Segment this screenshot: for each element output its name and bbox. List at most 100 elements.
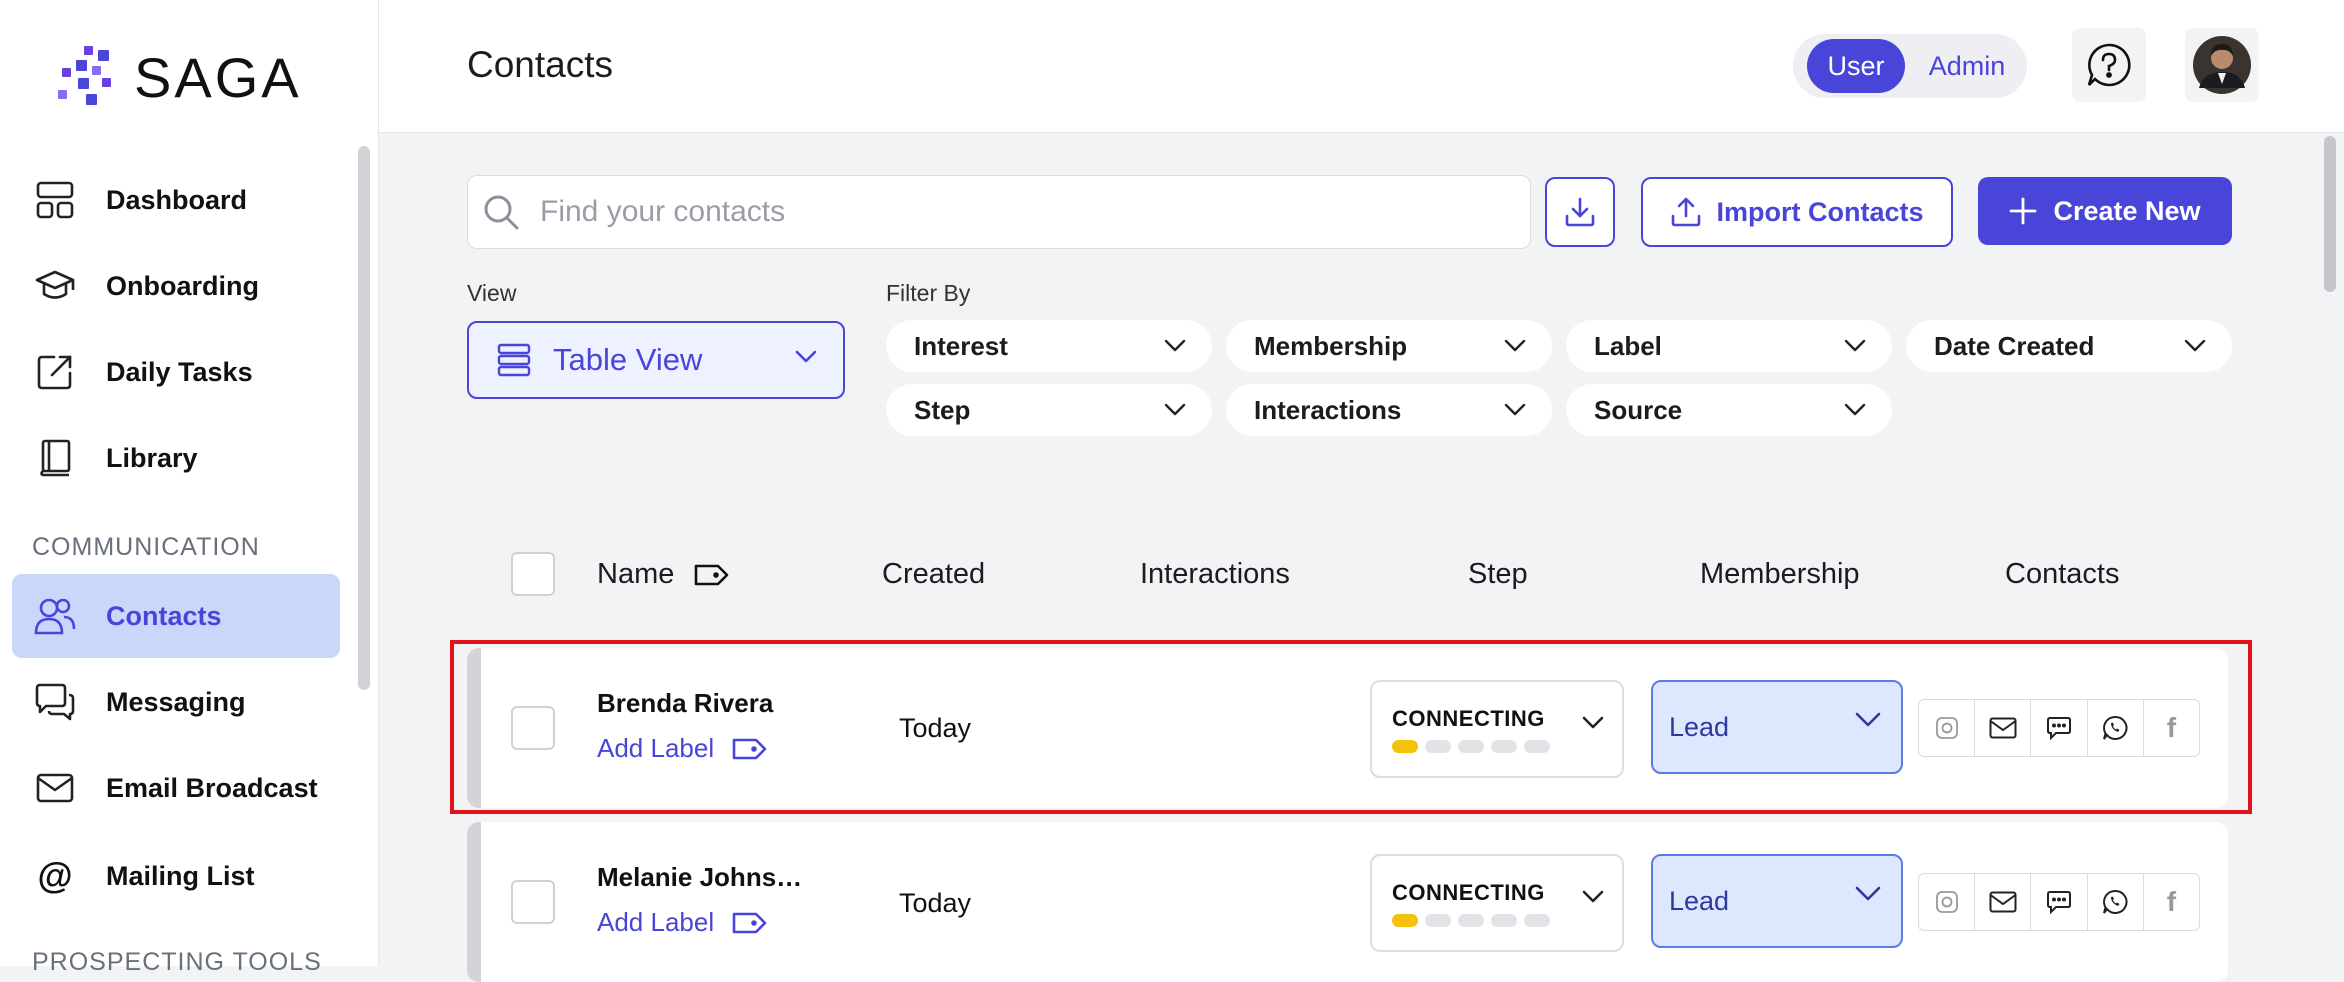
chevron-down-icon [1164,403,1186,416]
help-chat-icon [2087,43,2131,87]
dashboard-icon [34,179,76,221]
chevron-down-icon [1504,403,1526,416]
step-dropdown[interactable]: CONNECTING [1370,854,1624,952]
contact-name[interactable]: Melanie Johns… [597,862,802,893]
sidebar-item-label: Onboarding [106,270,259,301]
column-header-created[interactable]: Created [882,558,985,591]
envelope-icon [34,767,76,809]
section-label-communication: COMMUNICATION [32,533,260,561]
tag-icon [732,912,767,933]
chat-bubbles-icon [34,681,76,723]
add-label-text: Add Label [597,907,715,937]
saga-logo-icon [58,46,111,105]
row-checkbox[interactable] [511,880,555,924]
envelope-icon [1989,891,2017,913]
chevron-down-icon [1844,403,1866,416]
book-icon [34,437,76,479]
whatsapp-button[interactable] [2088,874,2144,930]
column-header-step[interactable]: Step [1468,558,1528,591]
filter-label: Label [1594,330,1662,361]
step-value: CONNECTING [1392,880,1545,905]
chevron-down-icon [1844,339,1866,352]
chevron-down-icon [1164,339,1186,352]
import-contacts-label: Import Contacts [1716,196,1924,227]
filter-label: Interest [914,330,1008,361]
column-header-name[interactable]: Name [597,558,730,591]
chat-bubble-icon [2047,891,2071,914]
filter-source[interactable]: Source [1566,384,1892,436]
sidebar-item-daily-tasks[interactable]: Daily Tasks [12,330,340,414]
sidebar: SAGA Dashboard Onboarding Daily Tasks Li… [0,0,379,976]
sidebar-item-label: Library [106,442,198,473]
sidebar-item-label: Messaging [106,686,246,717]
filter-membership[interactable]: Membership [1226,320,1552,372]
sidebar-item-library[interactable]: Library [12,416,340,500]
contact-search[interactable] [467,175,1531,249]
select-all-checkbox[interactable] [511,552,555,596]
chevron-down-icon [1855,886,1881,901]
column-header-label: Name [597,558,675,590]
at-sign-icon: @ [37,855,73,896]
chevron-down-icon [1582,890,1604,903]
filter-label: Interactions [1254,394,1402,425]
plus-icon [2010,197,2037,225]
instagram-button[interactable] [1919,874,1976,930]
role-user-option[interactable]: User [1807,39,1905,93]
step-progress [1392,914,1550,927]
view-select[interactable]: Table View [467,321,845,399]
main-scrollbar[interactable] [2324,136,2336,292]
edit-square-icon [34,351,76,393]
facebook-button[interactable]: f [2144,874,2199,930]
email-button[interactable] [1975,874,2032,930]
add-label-link[interactable]: Add Label [597,907,768,938]
tag-icon [695,564,729,585]
create-new-button[interactable]: Create New [1978,177,2232,245]
user-avatar[interactable] [2185,28,2259,102]
selected-row-highlight [450,640,2252,814]
create-new-label: Create New [2053,195,2201,226]
contact-actions: f [1918,873,2200,931]
filter-label[interactable]: Label [1566,320,1892,372]
filter-step[interactable]: Step [886,384,1212,436]
column-header-contacts[interactable]: Contacts [2005,558,2119,591]
sidebar-item-label: Mailing List [106,860,255,891]
users-icon [34,595,76,637]
column-header-interactions[interactable]: Interactions [1140,558,1290,591]
filter-interest[interactable]: Interest [886,320,1212,372]
filter-label: Step [914,394,971,425]
facebook-icon: f [2166,886,2177,917]
sidebar-item-dashboard[interactable]: Dashboard [12,158,340,242]
filter-by-label: Filter By [886,280,971,306]
sidebar-item-messaging[interactable]: Messaging [12,660,340,744]
search-icon [484,195,519,230]
download-icon [1565,197,1595,227]
page-title: Contacts [467,44,614,85]
filter-date-created[interactable]: Date Created [1906,320,2232,372]
created-date: Today [899,888,972,918]
view-select-value: Table View [553,342,703,377]
download-button[interactable] [1545,177,1615,247]
column-header-membership[interactable]: Membership [1700,558,1860,591]
help-button[interactable] [2072,28,2146,102]
instagram-icon [1935,891,1958,913]
sidebar-item-onboarding[interactable]: Onboarding [12,244,340,328]
sidebar-item-mailing-list[interactable]: @ Mailing List [12,834,340,918]
search-input[interactable] [538,194,1502,230]
saga-logo[interactable]: SAGA [54,44,302,110]
sidebar-item-label: Email Broadcast [106,772,318,803]
view-label: View [467,280,517,306]
filter-label: Membership [1254,330,1408,361]
import-contacts-button[interactable]: Import Contacts [1641,177,1953,247]
role-toggle[interactable]: User Admin [1793,34,2027,98]
membership-dropdown[interactable]: Lead [1651,854,1903,948]
role-admin-option[interactable]: Admin [1917,39,2017,93]
sidebar-item-label: Contacts [106,600,222,631]
sidebar-item-contacts[interactable]: Contacts [12,574,340,658]
filter-interactions[interactable]: Interactions [1226,384,1552,436]
sidebar-item-email-broadcast[interactable]: Email Broadcast [12,746,340,830]
avatar-photo-icon [2193,36,2251,94]
chevron-down-icon [2184,339,2206,352]
upload-icon [1672,197,1701,227]
sidebar-scrollbar[interactable] [358,146,370,690]
sms-button[interactable] [2031,874,2088,930]
